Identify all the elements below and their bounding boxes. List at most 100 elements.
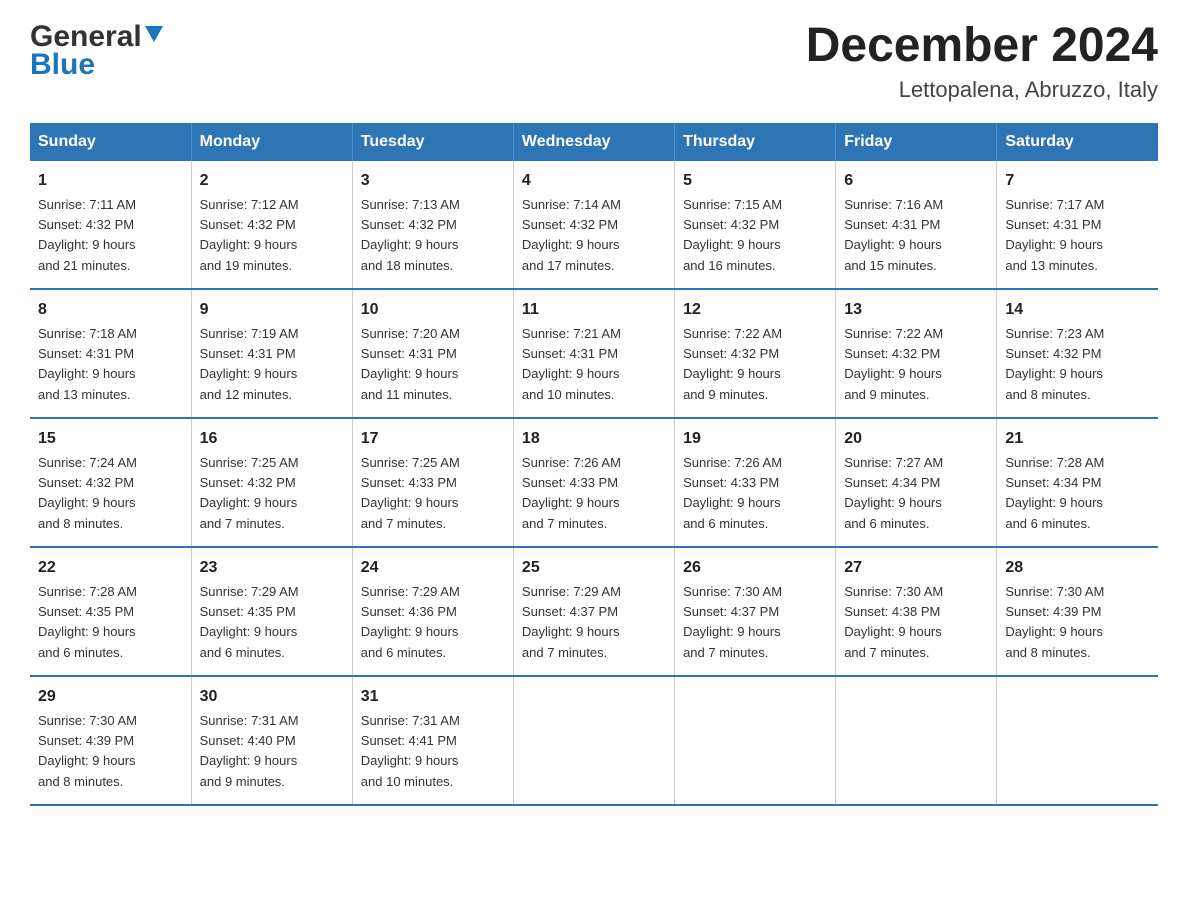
- day-number: 21: [1005, 427, 1150, 451]
- day-info: Sunrise: 7:29 AMSunset: 4:37 PMDaylight:…: [522, 584, 621, 660]
- day-number: 25: [522, 556, 666, 580]
- day-number: 24: [361, 556, 505, 580]
- calendar-cell: 17 Sunrise: 7:25 AMSunset: 4:33 PMDayligh…: [352, 418, 513, 547]
- day-info: Sunrise: 7:28 AMSunset: 4:35 PMDaylight:…: [38, 584, 137, 660]
- day-info: Sunrise: 7:24 AMSunset: 4:32 PMDaylight:…: [38, 455, 137, 531]
- calendar-cell: 25 Sunrise: 7:29 AMSunset: 4:37 PMDayligh…: [513, 547, 674, 676]
- calendar-cell: 29 Sunrise: 7:30 AMSunset: 4:39 PMDayligh…: [30, 676, 191, 805]
- calendar-cell: 21 Sunrise: 7:28 AMSunset: 4:34 PMDayligh…: [997, 418, 1158, 547]
- header-wednesday: Wednesday: [513, 123, 674, 161]
- calendar-cell: 11 Sunrise: 7:21 AMSunset: 4:31 PMDayligh…: [513, 289, 674, 418]
- day-number: 14: [1005, 298, 1150, 322]
- calendar-cell: 30 Sunrise: 7:31 AMSunset: 4:40 PMDayligh…: [191, 676, 352, 805]
- day-number: 9: [200, 298, 344, 322]
- calendar-cell: 9 Sunrise: 7:19 AMSunset: 4:31 PMDaylight…: [191, 289, 352, 418]
- day-info: Sunrise: 7:27 AMSunset: 4:34 PMDaylight:…: [844, 455, 943, 531]
- calendar-cell: 19 Sunrise: 7:26 AMSunset: 4:33 PMDayligh…: [675, 418, 836, 547]
- calendar-cell: 23 Sunrise: 7:29 AMSunset: 4:35 PMDayligh…: [191, 547, 352, 676]
- day-info: Sunrise: 7:31 AMSunset: 4:40 PMDaylight:…: [200, 713, 299, 789]
- day-number: 31: [361, 685, 505, 709]
- calendar-subtitle: Lettopalena, Abruzzo, Italy: [806, 77, 1158, 103]
- calendar-cell: 15 Sunrise: 7:24 AMSunset: 4:32 PMDayligh…: [30, 418, 191, 547]
- calendar-table: SundayMondayTuesdayWednesdayThursdayFrid…: [30, 123, 1158, 806]
- day-number: 2: [200, 169, 344, 193]
- day-info: Sunrise: 7:12 AMSunset: 4:32 PMDaylight:…: [200, 197, 299, 273]
- day-number: 27: [844, 556, 988, 580]
- calendar-cell: 31 Sunrise: 7:31 AMSunset: 4:41 PMDayligh…: [352, 676, 513, 805]
- day-number: 29: [38, 685, 183, 709]
- day-info: Sunrise: 7:26 AMSunset: 4:33 PMDaylight:…: [683, 455, 782, 531]
- calendar-cell: 8Sunrise: 7:18 AMSunset: 4:31 PMDaylight…: [30, 289, 191, 418]
- day-number: 8: [38, 298, 183, 322]
- calendar-cell: 22 Sunrise: 7:28 AMSunset: 4:35 PMDayligh…: [30, 547, 191, 676]
- day-info: Sunrise: 7:16 AMSunset: 4:31 PMDaylight:…: [844, 197, 943, 273]
- calendar-cell: [513, 676, 674, 805]
- day-info: Sunrise: 7:20 AMSunset: 4:31 PMDaylight:…: [361, 326, 460, 402]
- week-row-3: 15 Sunrise: 7:24 AMSunset: 4:32 PMDayligh…: [30, 418, 1158, 547]
- day-number: 3: [361, 169, 505, 193]
- calendar-cell: 3 Sunrise: 7:13 AMSunset: 4:32 PMDaylight…: [352, 161, 513, 289]
- logo: General Blue: [30, 20, 163, 80]
- calendar-cell: 24Sunrise: 7:29 AMSunset: 4:36 PMDayligh…: [352, 547, 513, 676]
- calendar-cell: 28 Sunrise: 7:30 AMSunset: 4:39 PMDayligh…: [997, 547, 1158, 676]
- day-info: Sunrise: 7:19 AMSunset: 4:31 PMDaylight:…: [200, 326, 299, 402]
- calendar-header-row: SundayMondayTuesdayWednesdayThursdayFrid…: [30, 123, 1158, 161]
- title-block: December 2024 Lettopalena, Abruzzo, Ital…: [806, 20, 1158, 103]
- calendar-cell: 5 Sunrise: 7:15 AMSunset: 4:32 PMDaylight…: [675, 161, 836, 289]
- week-row-1: 1Sunrise: 7:11 AMSunset: 4:32 PMDaylight…: [30, 161, 1158, 289]
- calendar-cell: 12 Sunrise: 7:22 AMSunset: 4:32 PMDayligh…: [675, 289, 836, 418]
- calendar-cell: 13Sunrise: 7:22 AMSunset: 4:32 PMDayligh…: [836, 289, 997, 418]
- day-info: Sunrise: 7:25 AMSunset: 4:33 PMDaylight:…: [361, 455, 460, 531]
- calendar-cell: 26 Sunrise: 7:30 AMSunset: 4:37 PMDayligh…: [675, 547, 836, 676]
- day-number: 7: [1005, 169, 1150, 193]
- header-tuesday: Tuesday: [352, 123, 513, 161]
- day-number: 10: [361, 298, 505, 322]
- day-info: Sunrise: 7:11 AMSunset: 4:32 PMDaylight:…: [38, 197, 136, 273]
- calendar-cell: [997, 676, 1158, 805]
- day-number: 22: [38, 556, 183, 580]
- day-number: 30: [200, 685, 344, 709]
- header-sunday: Sunday: [30, 123, 191, 161]
- calendar-cell: 14 Sunrise: 7:23 AMSunset: 4:32 PMDayligh…: [997, 289, 1158, 418]
- day-number: 19: [683, 427, 827, 451]
- header-friday: Friday: [836, 123, 997, 161]
- day-info: Sunrise: 7:23 AMSunset: 4:32 PMDaylight:…: [1005, 326, 1104, 402]
- day-number: 26: [683, 556, 827, 580]
- day-number: 28: [1005, 556, 1150, 580]
- day-info: Sunrise: 7:21 AMSunset: 4:31 PMDaylight:…: [522, 326, 621, 402]
- day-info: Sunrise: 7:15 AMSunset: 4:32 PMDaylight:…: [683, 197, 782, 273]
- calendar-cell: 7 Sunrise: 7:17 AMSunset: 4:31 PMDaylight…: [997, 161, 1158, 289]
- day-info: Sunrise: 7:29 AMSunset: 4:35 PMDaylight:…: [200, 584, 299, 660]
- week-row-4: 22 Sunrise: 7:28 AMSunset: 4:35 PMDayligh…: [30, 547, 1158, 676]
- day-info: Sunrise: 7:13 AMSunset: 4:32 PMDaylight:…: [361, 197, 460, 273]
- day-number: 17: [361, 427, 505, 451]
- calendar-cell: 20 Sunrise: 7:27 AMSunset: 4:34 PMDayligh…: [836, 418, 997, 547]
- page-header: General Blue December 2024 Lettopalena, …: [30, 20, 1158, 103]
- logo-triangle-icon: [145, 26, 163, 49]
- week-row-5: 29 Sunrise: 7:30 AMSunset: 4:39 PMDayligh…: [30, 676, 1158, 805]
- day-info: Sunrise: 7:28 AMSunset: 4:34 PMDaylight:…: [1005, 455, 1104, 531]
- day-number: 20: [844, 427, 988, 451]
- calendar-cell: [836, 676, 997, 805]
- day-info: Sunrise: 7:30 AMSunset: 4:39 PMDaylight:…: [38, 713, 137, 789]
- day-info: Sunrise: 7:30 AMSunset: 4:37 PMDaylight:…: [683, 584, 782, 660]
- calendar-cell: 4Sunrise: 7:14 AMSunset: 4:32 PMDaylight…: [513, 161, 674, 289]
- day-info: Sunrise: 7:31 AMSunset: 4:41 PMDaylight:…: [361, 713, 460, 789]
- day-number: 12: [683, 298, 827, 322]
- header-saturday: Saturday: [997, 123, 1158, 161]
- calendar-cell: 27Sunrise: 7:30 AMSunset: 4:38 PMDayligh…: [836, 547, 997, 676]
- header-thursday: Thursday: [675, 123, 836, 161]
- day-number: 15: [38, 427, 183, 451]
- calendar-cell: 16Sunrise: 7:25 AMSunset: 4:32 PMDayligh…: [191, 418, 352, 547]
- calendar-cell: 1Sunrise: 7:11 AMSunset: 4:32 PMDaylight…: [30, 161, 191, 289]
- day-number: 23: [200, 556, 344, 580]
- day-info: Sunrise: 7:17 AMSunset: 4:31 PMDaylight:…: [1005, 197, 1104, 273]
- day-number: 5: [683, 169, 827, 193]
- day-info: Sunrise: 7:30 AMSunset: 4:39 PMDaylight:…: [1005, 584, 1104, 660]
- day-number: 6: [844, 169, 988, 193]
- day-number: 16: [200, 427, 344, 451]
- day-number: 18: [522, 427, 666, 451]
- day-number: 11: [522, 298, 666, 322]
- day-info: Sunrise: 7:22 AMSunset: 4:32 PMDaylight:…: [683, 326, 782, 402]
- calendar-cell: [675, 676, 836, 805]
